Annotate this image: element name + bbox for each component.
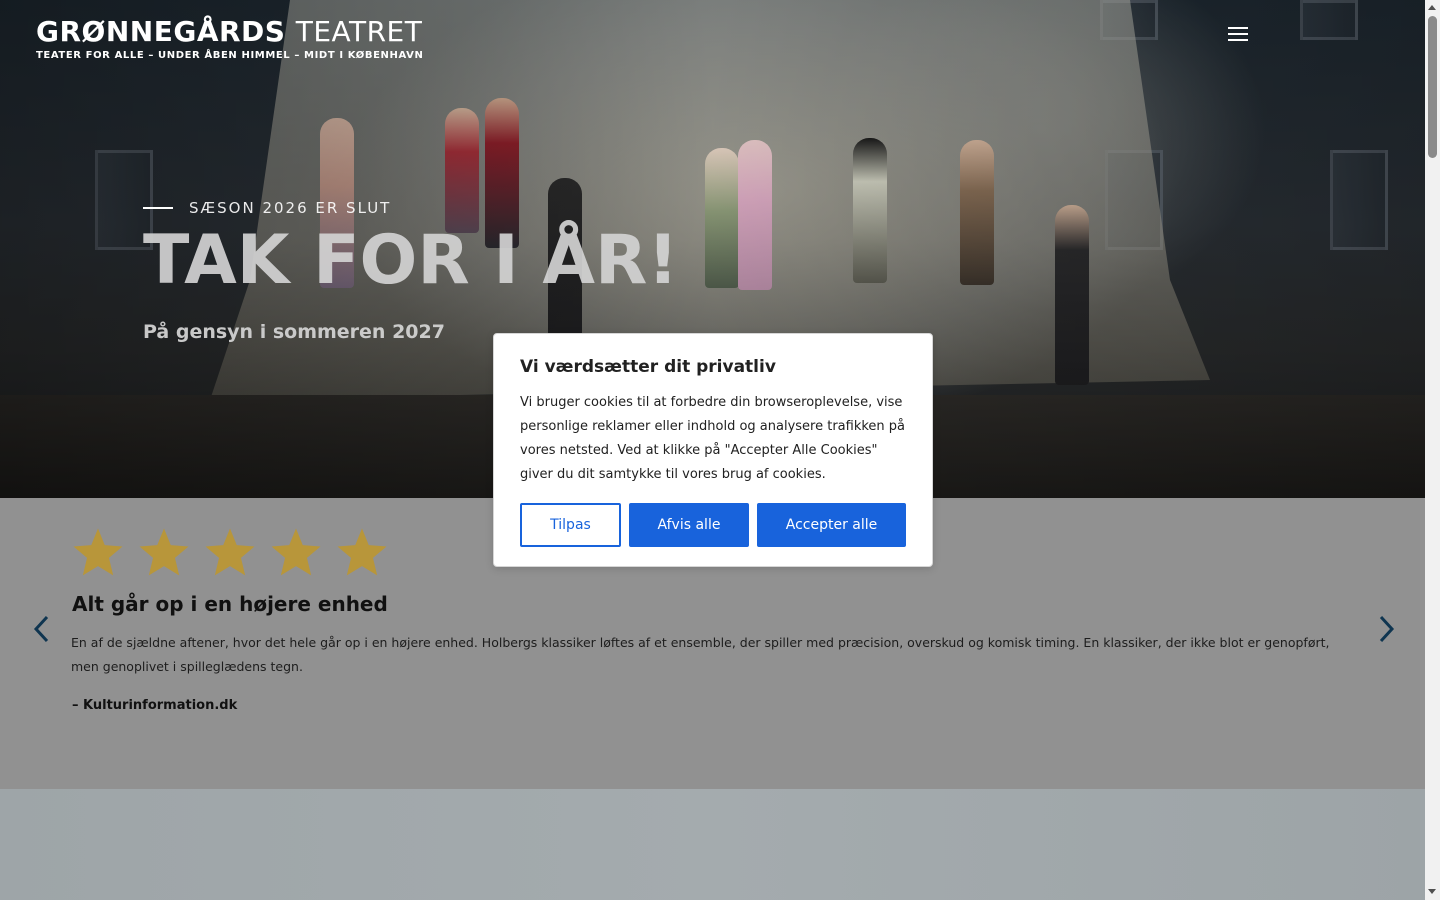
- hero-eyebrow: SÆSON 2026 ER SLUT: [143, 199, 678, 217]
- hero-title: TAK FOR I ÅR!: [143, 221, 679, 300]
- star-icon: [202, 525, 258, 581]
- logo-tagline: TEATER FOR ALLE – UNDER ÅBEN HIMMEL – MI…: [36, 50, 424, 61]
- next-section: [0, 789, 1425, 900]
- hero-text: SÆSON 2026 ER SLUT TAK FOR I ÅR! På gens…: [143, 199, 678, 343]
- cookie-reject-all-button[interactable]: Afvis alle: [629, 503, 749, 547]
- review-title: Alt går op i en højere enhed: [72, 592, 388, 616]
- eyebrow-line: [143, 207, 173, 209]
- site-logo[interactable]: GRØNNEGÅRDS TEATRET TEATER FOR ALLE – UN…: [36, 15, 424, 62]
- star-rating: [70, 525, 390, 581]
- cookie-text: Vi bruger cookies til at forbedre din br…: [520, 395, 906, 482]
- star-icon: [268, 525, 324, 581]
- cookie-consent-dialog: Vi værdsætter dit privatliv Vi bruger co…: [493, 333, 933, 567]
- scroll-up-arrow-icon[interactable]: [1428, 5, 1436, 10]
- cookie-title: Vi værdsætter dit privatliv: [520, 357, 776, 377]
- scroll-down-arrow-icon[interactable]: [1428, 889, 1436, 894]
- star-icon: [136, 525, 192, 581]
- chevron-left-icon: [33, 615, 49, 643]
- cookie-accept-all-button[interactable]: Accepter alle: [757, 503, 906, 547]
- review-body: En af de sjældne aftener, hvor det hele …: [71, 635, 1330, 674]
- cookie-customize-button[interactable]: Tilpas: [520, 503, 621, 547]
- star-icon: [70, 525, 126, 581]
- slider-prev-button[interactable]: [30, 614, 54, 644]
- hamburger-menu-icon[interactable]: [1228, 26, 1248, 42]
- slider-next-button[interactable]: [1374, 614, 1398, 644]
- review-source: – Kulturinformation.dk: [72, 698, 238, 713]
- page-scrollbar[interactable]: [1425, 0, 1440, 900]
- logo-title: GRØNNEGÅRDS TEATRET: [36, 15, 423, 48]
- chevron-right-icon: [1379, 615, 1395, 643]
- scrollbar-thumb[interactable]: [1428, 16, 1437, 158]
- eyebrow-text: SÆSON 2026 ER SLUT: [189, 199, 392, 217]
- star-icon: [334, 525, 390, 581]
